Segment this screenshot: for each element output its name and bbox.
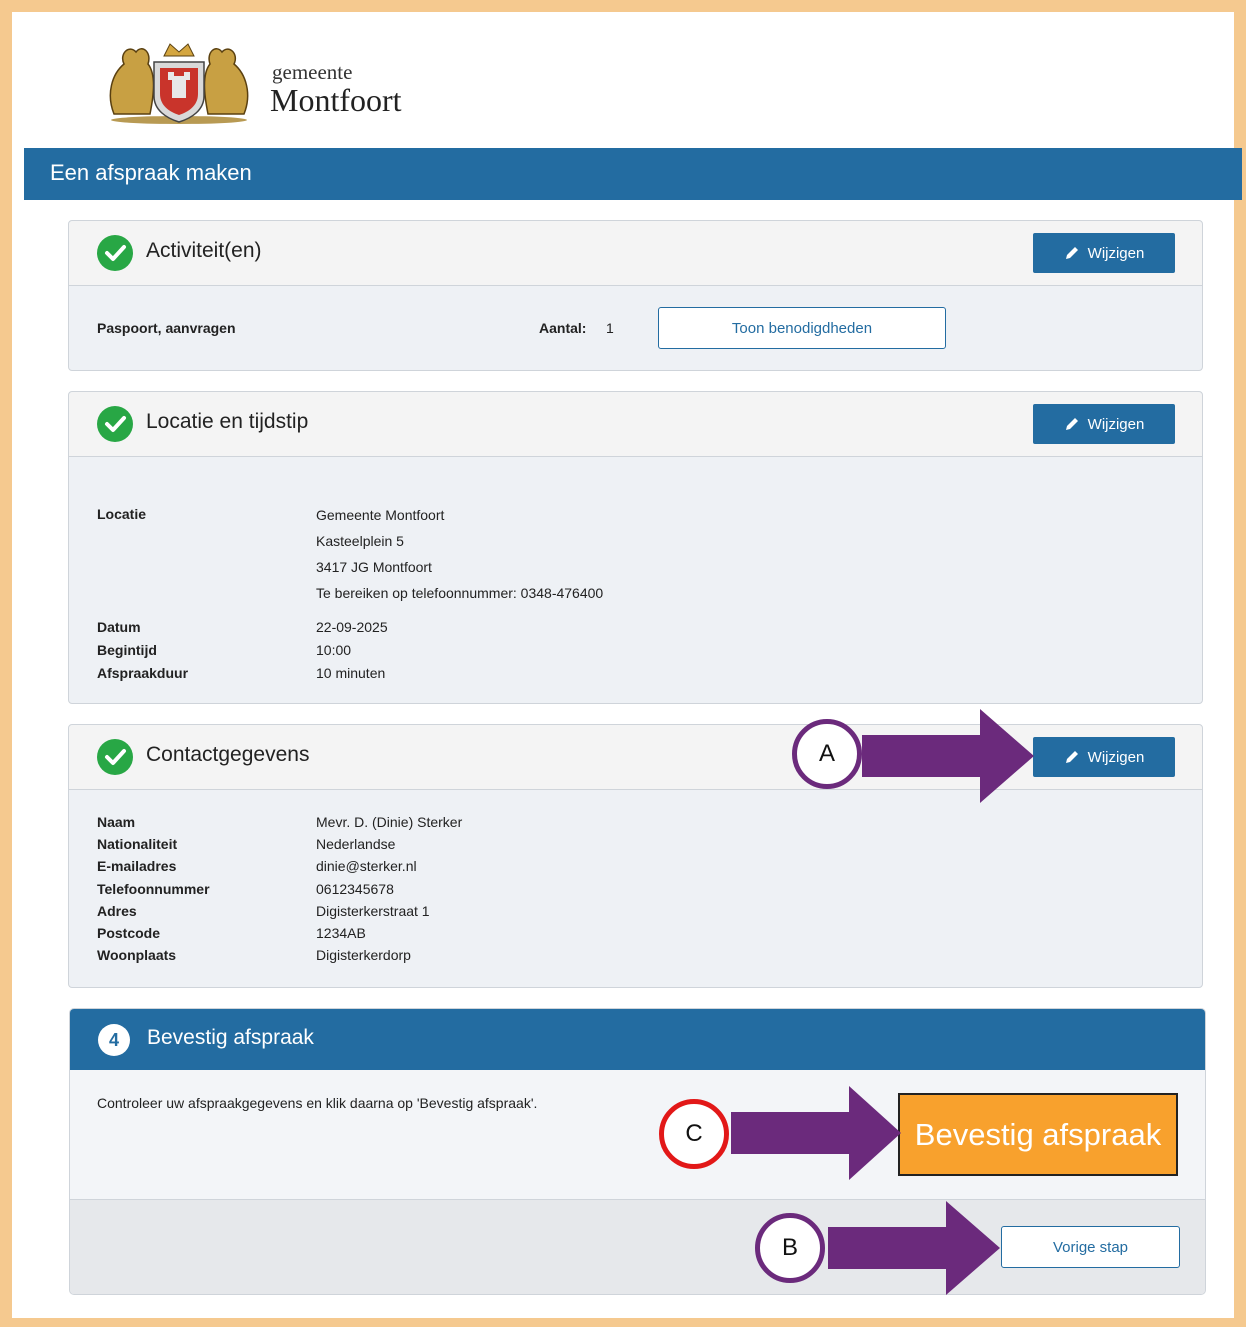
contact-value: dinie@sterker.nl [316,858,417,874]
confirm-appointment-button[interactable]: Bevestig afspraak [898,1093,1178,1176]
duration-value: 10 minuten [316,665,386,681]
contact-label: Postcode [97,925,161,941]
edit-location-button[interactable]: Wijzigen [1033,404,1175,444]
location-panel: Locatie en tijdstip Wijzigen Locatie Gem… [68,391,1203,704]
contact-value: 1234AB [316,925,366,941]
contact-value: Mevr. D. (Dinie) Sterker [316,814,463,830]
annotation-marker-c: C [659,1099,729,1169]
page-title: Een afspraak maken [50,160,252,185]
duration-label: Afspraakduur [97,665,189,681]
count-label: Aantal: [539,320,587,336]
count-value: 1 [606,320,614,336]
activities-panel: Activiteit(en) Wijzigen Paspoort, aanvra… [68,220,1203,371]
address-line-2: Kasteelplein 5 [316,533,404,549]
page-header: Een afspraak maken [24,148,1242,200]
date-label: Datum [97,619,141,635]
start-label: Begintijd [97,642,157,658]
contact-value: Digisterkerdorp [316,947,411,963]
edit-activities-label: Wijzigen [1087,244,1145,262]
previous-step-button[interactable]: Vorige stap [1001,1226,1180,1268]
contact-label: E-mailadres [97,858,177,874]
contact-label: Naam [97,814,136,830]
address-line-4: Te bereiken op telefoonnummer: 0348-4764… [316,585,604,601]
contact-label: Nationaliteit [97,836,178,852]
edit-location-label: Wijzigen [1087,415,1145,433]
annotation-marker-b: B [755,1213,825,1283]
confirm-instruction: Controleer uw afspraakgegevens en klik d… [97,1095,538,1111]
address-line-1: Gemeente Montfoort [316,507,445,523]
check-circle-icon [97,235,133,271]
confirm-title: Bevestig afspraak [147,1026,314,1049]
start-value: 10:00 [316,642,352,658]
edit-contact-label: Wijzigen [1087,748,1145,766]
edit-activities-button[interactable]: Wijzigen [1033,233,1175,273]
arrow-right-icon [862,709,1034,803]
arrow-right-icon [828,1201,1000,1295]
coat-of-arms-logo [104,34,254,126]
check-circle-icon [97,406,133,442]
step-number-badge: 4 [98,1024,130,1056]
confirm-appointment-label: Bevestig afspraak [914,1116,1162,1152]
contact-value: Nederlandse [316,836,396,852]
location-panel-header: Locatie en tijdstip Wijzigen [69,392,1202,457]
location-label: Locatie [97,506,147,522]
contact-label: Telefoonnummer [97,881,210,897]
pencil-icon [1065,751,1078,763]
location-title: Locatie en tijdstip [146,410,309,433]
date-value: 22-09-2025 [316,619,388,635]
pencil-icon [1065,247,1078,259]
contact-title: Contactgegevens [146,743,310,766]
previous-step-label: Vorige stap [1052,1238,1129,1256]
check-circle-icon [97,739,133,775]
contact-label: Woonplaats [97,947,177,963]
confirm-panel-header: 4 Bevestig afspraak [70,1009,1205,1070]
address-line-3: 3417 JG Montfoort [316,559,432,575]
contact-label: Adres [97,903,137,919]
pencil-icon [1065,418,1078,430]
contact-value: Digisterkerstraat 1 [316,903,430,919]
edit-contact-button[interactable]: Wijzigen [1033,737,1175,777]
activity-item: Paspoort, aanvragen [97,320,236,336]
show-requirements-label: Toon benodigdheden [731,319,873,337]
arrow-right-icon [731,1086,901,1180]
activities-panel-header: Activiteit(en) Wijzigen [69,221,1202,286]
annotation-marker-a: A [792,719,862,789]
activities-title: Activiteit(en) [146,239,262,262]
show-requirements-button[interactable]: Toon benodigdheden [658,307,946,349]
contact-value: 0612345678 [316,881,394,897]
brand-line-2: Montfoort [270,82,402,118]
